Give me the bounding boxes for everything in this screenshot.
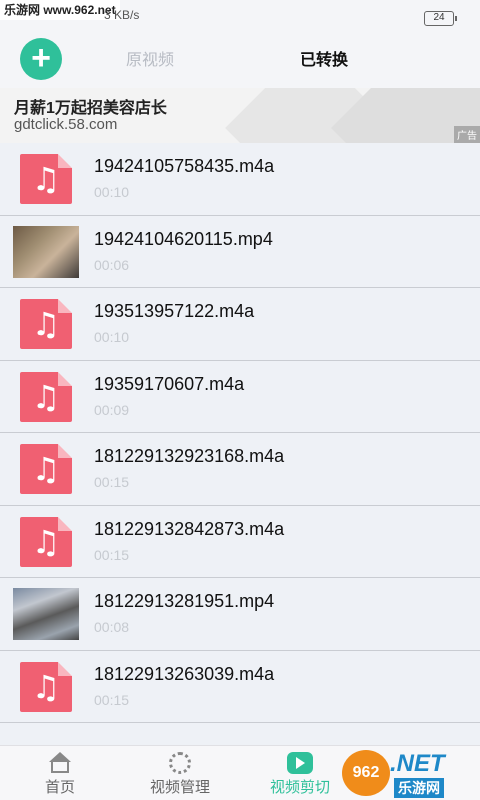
file-name: 181229132842873.m4a [94, 518, 285, 539]
music-note-icon: ♫ [31, 522, 61, 561]
battery-icon: 24 [424, 11, 457, 26]
audio-file-icon: ♫ [20, 516, 72, 567]
nav-home[interactable]: 首页 [10, 746, 110, 800]
file-name: 19424104620115.mp4 [94, 228, 273, 249]
file-duration: 00:09 [94, 401, 130, 418]
video-thumbnail [13, 588, 79, 640]
music-note-icon: ♫ [31, 160, 61, 198]
file-duration: 00:08 [94, 619, 130, 635]
audio-file-icon: ♫ [20, 299, 72, 349]
tab-converted[interactable]: 已转换 [300, 46, 348, 70]
nav-video-manage[interactable]: 视频管理 [130, 746, 230, 800]
home-icon [48, 752, 72, 774]
ad-url: gdtclick.58.com [14, 116, 118, 133]
file-name: 181229132923168.m4a [94, 446, 285, 466]
tab-original-video[interactable]: 原视频 [126, 46, 174, 70]
network-speed: 3 KB/s [104, 8, 140, 22]
watermark-top: 乐游网 www.962.net [0, 0, 120, 20]
file-duration: 00:15 [94, 691, 130, 708]
list-item[interactable]: ♫ 193513957122.m4a 00:10 [0, 288, 480, 361]
ad-banner[interactable]: 月薪1万起招美容店长 gdtclick.58.com 广告 [0, 88, 480, 143]
file-duration: 00:15 [94, 546, 130, 563]
video-thumbnail [13, 225, 79, 278]
file-name: 193513957122.m4a [94, 301, 255, 321]
file-name: 18122913281951.mp4 [94, 591, 275, 611]
file-duration: 00:15 [94, 474, 130, 490]
list-item[interactable]: ♫ 19359170607.m4a 00:09 [0, 361, 480, 433]
music-note-icon: ♫ [31, 667, 61, 706]
nav-video-cut[interactable]: 视频剪切 [250, 746, 350, 800]
audio-file-icon: ♫ [20, 371, 72, 422]
converted-file-list[interactable]: ♫ 19424105758435.m4a 00:10 1942410462011… [0, 143, 480, 733]
file-name: 19424105758435.m4a [94, 156, 275, 176]
music-note-icon: ♫ [31, 377, 61, 416]
nav-label: 首页 [44, 779, 75, 796]
plus-circle-icon: + [31, 39, 51, 77]
watermark-logo: 962 .NET 乐游网 [342, 748, 480, 800]
list-item[interactable]: 18122913281951.mp4 00:08 [0, 578, 480, 651]
file-duration: 00:06 [94, 256, 130, 273]
watermark-logo-mark: 962 [342, 750, 390, 796]
list-item[interactable]: ♫ 181229132923168.m4a 00:15 [0, 433, 480, 506]
ad-title: 月薪1万起招美容店长 [14, 100, 167, 117]
audio-file-icon: ♫ [20, 661, 72, 712]
list-item[interactable]: 19424104620115.mp4 00:06 [0, 216, 480, 288]
audio-file-icon: ♫ [20, 154, 72, 204]
add-button[interactable]: + [20, 38, 62, 80]
list-item[interactable]: ♫ 18122913263039.m4a 00:15 [0, 651, 480, 723]
watermark-domain: .NET [390, 750, 445, 777]
list-item[interactable]: ♫ 181229132842873.m4a 00:15 [0, 506, 480, 578]
gear-icon [168, 752, 192, 774]
nav-label: 视频管理 [149, 779, 210, 796]
list-item[interactable] [0, 723, 480, 733]
list-item[interactable]: ♫ 19424105758435.m4a 00:10 [0, 143, 480, 216]
music-note-icon: ♫ [31, 450, 61, 488]
ad-tag: 广告 [454, 126, 480, 143]
file-duration: 00:10 [94, 329, 130, 345]
audio-file-icon: ♫ [20, 444, 72, 494]
file-duration: 00:10 [94, 184, 130, 200]
status-bar: 乐游网 www.962.net 3 KB/s 24 [0, 0, 480, 36]
watermark-name: 乐游网 [394, 778, 444, 798]
file-name: 19359170607.m4a [94, 373, 245, 394]
file-name: 18122913263039.m4a [94, 663, 275, 684]
top-tab-bar: + 原视频 已转换 [0, 36, 480, 88]
music-note-icon: ♫ [31, 305, 61, 343]
play-icon [287, 752, 313, 774]
nav-label: 视频剪切 [269, 779, 330, 796]
